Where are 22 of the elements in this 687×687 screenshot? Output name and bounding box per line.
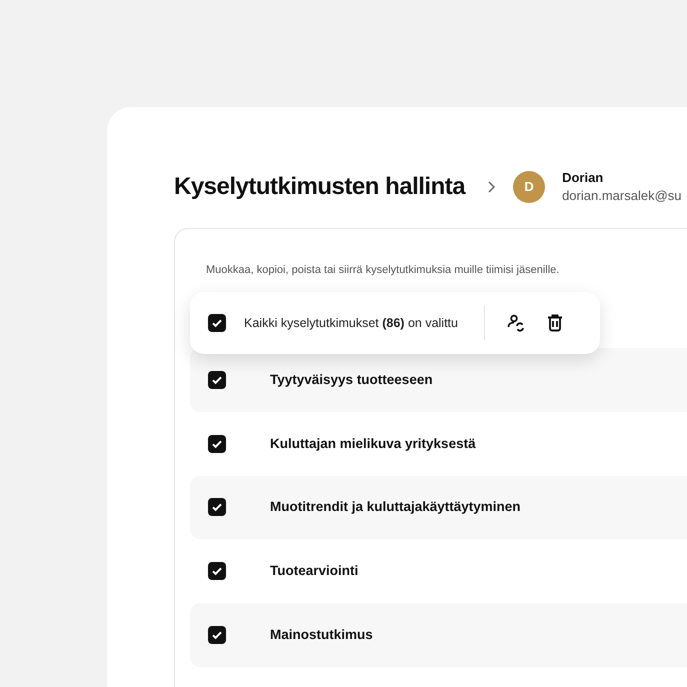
checkbox[interactable] bbox=[208, 434, 226, 453]
description: Muokkaa, kopioi, poista tai siirrä kyselytutkimuksia muille tiimisi jäsenille. bbox=[205, 263, 560, 277]
checkbox[interactable] bbox=[208, 370, 226, 389]
user-name: Dorian bbox=[562, 169, 604, 187]
survey-row[interactable]: Muotitrendit ja kuluttajakäyttäytyminen bbox=[190, 476, 687, 540]
checkbox[interactable] bbox=[208, 314, 226, 332]
survey-title: Kuluttajan mielikuva yrityksestä bbox=[270, 434, 476, 453]
survey-row[interactable]: Tyytyväisyys tuotteeseen bbox=[190, 348, 687, 412]
chevron-right-icon[interactable] bbox=[487, 181, 496, 193]
checkbox[interactable] bbox=[208, 498, 226, 516]
checkbox[interactable] bbox=[208, 562, 226, 580]
checkbox[interactable] bbox=[208, 626, 226, 644]
page-title: Kyselytutkimusten hallinta bbox=[174, 172, 466, 202]
survey-row[interactable]: Mainostutkimus bbox=[190, 603, 687, 667]
trash-icon[interactable] bbox=[546, 314, 563, 332]
survey-title: Muotitrendit ja kuluttajakäyttäytyminen bbox=[270, 498, 521, 516]
survey-title: Mainostutkimus bbox=[270, 626, 373, 644]
survey-title: Tyytyväisyys tuotteeseen bbox=[270, 370, 433, 389]
user-email: dorian.marsalek@su bbox=[562, 187, 682, 205]
survey-title: Tuotearviointi bbox=[270, 562, 358, 580]
user-transfer-icon[interactable] bbox=[506, 314, 525, 332]
selection-summary: Kaikki kyselytutkimukset (86) on valittu bbox=[244, 314, 458, 332]
